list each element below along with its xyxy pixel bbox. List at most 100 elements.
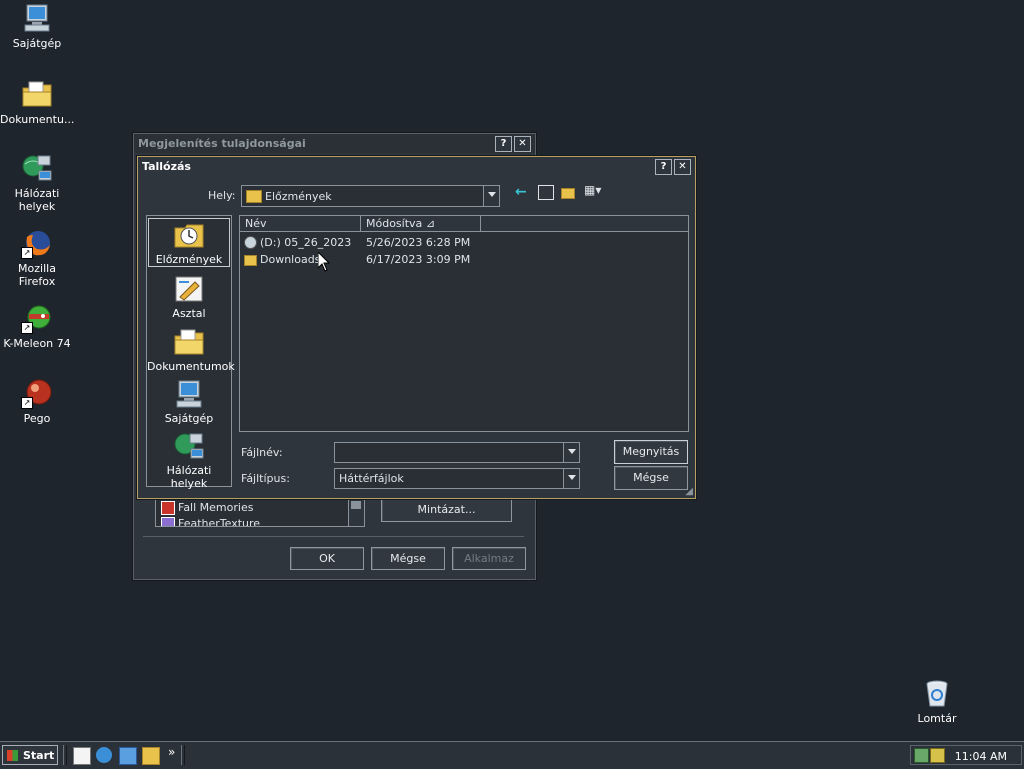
wallpaper-file-icon (161, 517, 175, 526)
help-button[interactable]: ? (655, 158, 672, 175)
help-button[interactable]: ? (495, 135, 512, 152)
shortcut-arrow-icon: ↗ (21, 322, 33, 334)
monitor-tray-icon[interactable] (930, 748, 945, 763)
mouse-cursor-icon (318, 252, 330, 272)
wallpaper-file-icon (161, 501, 175, 515)
display-properties-titlebar[interactable]: Megjelenítés tulajdonságai ? ✕ (134, 134, 535, 153)
place-label: Hálózati helyek (166, 464, 212, 490)
place-label: Előzmények (155, 253, 223, 266)
place-label: Sajátgép (164, 412, 214, 425)
firefox-icon: ↗ (21, 227, 53, 259)
network-icon (173, 430, 205, 462)
desktop-icon-kmeleon[interactable]: ↗ K-Meleon 74 (0, 302, 74, 350)
place-label: Asztal (172, 307, 206, 320)
place-elozmenyek[interactable]: Előzmények (148, 218, 230, 267)
place-halozati-helyek[interactable]: Hálózati helyek (147, 430, 231, 490)
location-dropdown[interactable]: Előzmények (241, 185, 500, 207)
desktop-icon-label: Sajátgép (12, 37, 62, 50)
desktop-icon-label: Hálózati helyek (14, 187, 60, 213)
ok-button[interactable]: OK (290, 547, 364, 570)
file-name: Downloads (260, 253, 321, 266)
window-title: Megjelenítés tulajdonságai (138, 137, 306, 150)
cancel-button[interactable]: Mégse (371, 547, 445, 570)
history-small-icon (246, 190, 262, 203)
column-header-name[interactable]: Név (240, 216, 361, 232)
scrollbar-thumb[interactable] (351, 501, 361, 509)
place-sajatgep[interactable]: Sajátgép (147, 378, 231, 425)
windows-explorer-icon[interactable] (142, 747, 160, 765)
folder-icon (244, 255, 257, 266)
file-modified: 6/17/2023 3:09 PM (366, 253, 471, 266)
chevron-down-icon[interactable] (563, 443, 579, 462)
column-header-modified-label: Módosítva (366, 217, 423, 230)
pattern-button[interactable]: Mintázat... (381, 498, 512, 522)
pego-icon: ↗ (21, 377, 53, 409)
windows-logo-icon (7, 750, 18, 761)
close-button[interactable]: ✕ (514, 135, 531, 152)
list-item[interactable]: Downloads 6/17/2023 3:09 PM (242, 251, 682, 268)
kmeleon-icon: ↗ (21, 302, 53, 334)
places-bar: Előzmények Asztal Dokumentumok Sajátgép … (146, 215, 235, 490)
desktop-icon-halozati-helyek[interactable]: Hálózati helyek (0, 152, 74, 213)
desktop-icon-label: K-Meleon 74 (3, 337, 71, 350)
shortcut-arrow-icon: ↗ (21, 397, 33, 409)
list-item[interactable]: Fall Memories (178, 501, 253, 514)
filetype-label: Fájltípus: (241, 472, 290, 485)
history-icon (173, 219, 205, 251)
internet-explorer-icon[interactable] (96, 747, 112, 763)
network-tray-icon[interactable] (914, 748, 929, 763)
apply-button: Alkalmaz (452, 547, 526, 570)
filename-input[interactable] (334, 442, 580, 463)
open-button[interactable]: Megnyitás (614, 440, 688, 464)
outlook-express-icon[interactable] (119, 747, 137, 765)
filename-label: Fájlnév: (241, 446, 283, 459)
new-folder-icon[interactable] (561, 188, 575, 199)
back-arrow-icon[interactable]: ← (515, 184, 527, 200)
list-item[interactable]: FeatherTexture (178, 517, 260, 526)
browse-dialog-titlebar[interactable]: Tallózás ? ✕ (138, 157, 695, 176)
start-label: Start (23, 749, 55, 762)
place-dokumentumok[interactable]: Dokumentumok (147, 326, 235, 373)
more-chevron-icon[interactable]: » (168, 745, 175, 759)
desktop-icon-firefox[interactable]: ↗ Mozilla Firefox (0, 227, 74, 288)
file-modified: 5/26/2023 6:28 PM (366, 236, 471, 249)
documents-folder-icon (21, 78, 53, 110)
shortcut-arrow-icon: ↗ (21, 247, 33, 259)
recycle-bin-icon (921, 677, 953, 709)
desktop-icon-label: Pego (23, 412, 51, 425)
dialog-title: Tallózás (142, 160, 191, 173)
resize-grip-icon[interactable]: ◢ (685, 486, 693, 497)
column-header-modified[interactable]: Módosítva ⊿ (361, 216, 481, 232)
drive-icon (244, 236, 257, 249)
chevron-down-icon[interactable] (563, 469, 579, 488)
desktop-icon-pego[interactable]: ↗ Pego (0, 377, 74, 425)
desktop-icon-label: Lomtár (917, 712, 957, 725)
desktop-icon-sajatgep[interactable]: Sajátgép (0, 2, 74, 50)
view-menu-icon[interactable]: ▦▾ (584, 183, 601, 197)
toolbar-separator (181, 745, 185, 765)
filetype-dropdown[interactable]: Háttérfájlok (334, 468, 580, 489)
close-button[interactable]: ✕ (674, 158, 691, 175)
taskbar: Start » 11:04 AM (0, 741, 1024, 769)
my-documents-icon (173, 326, 205, 358)
browse-dialog: Tallózás ? ✕ Hely: Előzmények ← ▦▾ Előzm… (137, 156, 696, 499)
place-asztal[interactable]: Asztal (147, 273, 231, 320)
desktop-icon-label: Dokumentu... (0, 113, 75, 126)
up-folder-icon[interactable] (538, 185, 554, 200)
clock[interactable]: 11:04 AM (955, 750, 1007, 763)
list-item[interactable]: (D:) 05_26_2023 5/26/2023 6:28 PM (242, 234, 682, 251)
start-button[interactable]: Start (2, 745, 58, 765)
divider (143, 536, 524, 537)
list-scrollbar[interactable] (348, 498, 364, 526)
chevron-down-icon[interactable] (483, 186, 499, 206)
file-list[interactable]: Név Módosítva ⊿ (D:) 05_26_2023 5/26/202… (239, 215, 689, 432)
system-tray: 11:04 AM (910, 745, 1022, 765)
cancel-button[interactable]: Mégse (614, 466, 688, 490)
desktop-icon-dokumentumok[interactable]: Dokumentu... (0, 78, 74, 126)
desktop-icon-lomtar[interactable]: Lomtár (900, 677, 974, 725)
location-label: Hely: (208, 189, 236, 202)
desktop-icon-label: Mozilla Firefox (18, 262, 56, 288)
wallpaper-list[interactable]: Fall Memories FeatherTexture (155, 497, 365, 527)
filetype-value: Háttérfájlok (339, 472, 404, 485)
show-desktop-icon[interactable] (73, 747, 91, 765)
